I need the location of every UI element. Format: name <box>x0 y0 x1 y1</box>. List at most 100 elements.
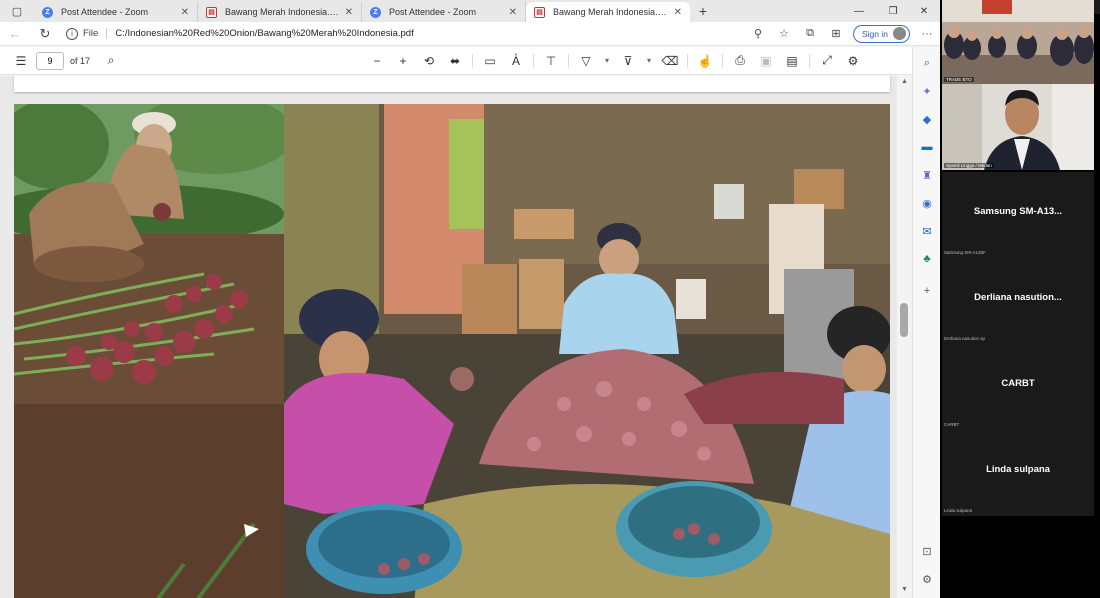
favorites-icon[interactable]: ☆ <box>771 22 797 46</box>
zoom-icon: Z <box>370 6 381 18</box>
onion-sorting-illustration <box>284 104 890 598</box>
back-icon[interactable]: ← <box>0 22 30 46</box>
toolbar-divider <box>533 53 535 68</box>
minimize-icon[interactable]: — <box>842 0 876 22</box>
profile-avatar-icon <box>893 27 906 40</box>
sign-in-label: Sign in <box>862 28 888 39</box>
sidebar-add-icon[interactable]: + <box>913 281 940 301</box>
save-icon[interactable]: ▣ <box>753 47 779 75</box>
close-tab-icon[interactable]: ✕ <box>181 7 189 18</box>
zoom-out-icon[interactable]: − <box>364 47 390 75</box>
tab-title: Post Attendee - Zoom <box>389 7 477 17</box>
speaker-video <box>942 84 1094 170</box>
settings-gear-icon[interactable]: ⚙ <box>840 47 866 75</box>
tab-actions-icon[interactable]: ▢ <box>0 0 34 22</box>
scroll-up-icon[interactable]: ▲ <box>897 78 912 88</box>
close-tab-icon[interactable]: ✕ <box>345 7 353 18</box>
refresh-icon[interactable]: ↻ <box>30 22 60 46</box>
new-tab-button[interactable]: + <box>690 0 716 22</box>
participant-subname: Linda sulpana <box>944 508 973 513</box>
sign-in-button[interactable]: Sign in <box>853 24 910 43</box>
url-text[interactable]: C:/Indonesian%20Red%20Onion/Bawang%20Mer… <box>115 28 413 39</box>
participant-video-speaker[interactable]: Syamil Lingga / Medan <box>942 84 1094 170</box>
vertical-scrollbar[interactable]: ▲ ▼ <box>897 76 912 598</box>
close-tab-icon[interactable]: ✕ <box>509 7 517 18</box>
participant-name: CARBT <box>1001 378 1035 389</box>
info-icon[interactable]: i <box>66 27 78 40</box>
sidebar-copilot-icon[interactable]: ✦ <box>913 81 940 101</box>
draw-icon[interactable]: ▽ <box>573 47 599 75</box>
tab-title: Bawang Merah Indonesia.pdf <box>225 7 339 17</box>
sidebar-tree-icon[interactable]: ♣ <box>913 249 940 269</box>
pdf-file-icon: ▤ <box>206 6 217 18</box>
extensions-icon[interactable]: ⊞ <box>823 22 849 46</box>
rotate-icon[interactable]: ⟲ <box>416 47 442 75</box>
restore-icon[interactable]: ❐ <box>876 0 910 22</box>
participant-tile[interactable]: Derliana nasution... Derliana nasution s… <box>942 258 1094 344</box>
highlight-options-chevron-icon[interactable]: ▾ <box>641 47 657 75</box>
participant-subname: Derliana nasution sp <box>944 336 986 341</box>
participant-subname: CARBT <box>944 422 960 427</box>
read-aloud-icon[interactable]: ⚲ <box>745 22 771 46</box>
pdf-viewer-area[interactable] <box>0 76 912 598</box>
onion-field-illustration <box>14 104 284 598</box>
zoom-icon: Z <box>42 6 53 18</box>
participant-name: Samsung SM-A13... <box>973 206 1063 217</box>
tab-bar: ▢ Z Post Attendee - Zoom ✕ ▤ Bawang Mera… <box>0 0 940 22</box>
sidebar-tag-icon[interactable]: ◆ <box>913 109 940 129</box>
sidebar-tools-icon[interactable]: ▬ <box>913 137 940 157</box>
contents-list-icon[interactable]: ☰ <box>8 47 34 75</box>
tab-zoom-2[interactable]: Z Post Attendee - Zoom ✕ <box>362 2 526 22</box>
participant-tile[interactable]: CARBT CARBT <box>942 344 1094 430</box>
fit-page-icon[interactable]: ⬌ <box>442 47 468 75</box>
edge-sidebar: ⌕ ✦ ◆ ▬ ♜ ◉ ✉ ♣ + ⊡ ⚙ <box>912 47 940 598</box>
pdf-page <box>14 104 890 598</box>
sidebar-settings-icon[interactable]: ⚙ <box>913 569 940 589</box>
participant-tile[interactable]: Linda sulpana Linda sulpana <box>942 430 1094 516</box>
sidebar-hide-icon[interactable]: ⊡ <box>913 541 940 561</box>
read-aloud-icon[interactable]: A͐ <box>503 47 529 75</box>
toolbar-divider <box>687 53 689 68</box>
page-number-input[interactable]: 9 <box>36 51 64 70</box>
scroll-down-icon[interactable]: ▼ <box>897 586 912 596</box>
toolbar-divider <box>722 53 724 68</box>
sidebar-outlook-icon[interactable]: ✉ <box>913 221 940 241</box>
more-options-icon[interactable]: ··· <box>914 22 940 46</box>
pdf-toolbar: ☰ 9 of 17 ⌕ − + ⟲ ⬌ ▭ A͐ ⊤ ▽ ▾ ⊽ ▾ ⌫ ☝ ⎙… <box>0 47 912 75</box>
search-icon[interactable]: ⌕ <box>98 47 124 75</box>
sidebar-office-icon[interactable]: ◉ <box>913 193 940 213</box>
page-total-label: of 17 <box>70 55 91 66</box>
highlight-icon[interactable]: ⊽ <box>615 47 641 75</box>
url-field[interactable]: i File C:/Indonesian%20Red%20Onion/Bawan… <box>66 22 745 46</box>
previous-page-edge <box>14 76 890 92</box>
video-label: Syamil Lingga / Medan <box>944 163 994 168</box>
zoom-participants-panel: — ❐ ✕ TRADE BTO <box>940 0 1100 598</box>
page-view-icon[interactable]: ▭ <box>477 47 503 75</box>
participant-tile[interactable]: Samsung SM-A13... Samsung SM-A135F <box>942 172 1094 258</box>
save-as-icon[interactable]: ▤ <box>779 47 805 75</box>
screen: ▢ Z Post Attendee - Zoom ✕ ▤ Bawang Mera… <box>0 0 1100 598</box>
touch-select-icon[interactable]: ☝ <box>692 47 718 75</box>
zoom-in-icon[interactable]: + <box>390 47 416 75</box>
tab-pdf-1[interactable]: ▤ Bawang Merah Indonesia.pdf ✕ <box>198 2 362 22</box>
video-label: TRADE BTO <box>944 77 974 82</box>
tab-zoom-1[interactable]: Z Post Attendee - Zoom ✕ <box>34 2 198 22</box>
onion-sorting-photo <box>284 104 890 598</box>
add-text-icon[interactable]: ⊤ <box>538 47 564 75</box>
scrollbar-thumb[interactable] <box>900 303 908 337</box>
tab-pdf-active[interactable]: ▤ Bawang Merah Indonesia.pdf ✕ <box>526 2 690 22</box>
print-icon[interactable]: ⎙ <box>727 47 753 75</box>
close-window-icon[interactable]: ✕ <box>908 0 940 22</box>
toolbar-divider <box>568 53 570 68</box>
draw-options-chevron-icon[interactable]: ▾ <box>599 47 615 75</box>
sidebar-search-icon[interactable]: ⌕ <box>913 53 940 73</box>
tab-title: Bawang Merah Indonesia.pdf <box>553 7 668 17</box>
fullscreen-icon[interactable]: ⤢ <box>814 47 840 75</box>
erase-icon[interactable]: ⌫ <box>657 47 683 75</box>
toolbar-divider <box>809 53 811 68</box>
sidebar-games-icon[interactable]: ♜ <box>913 165 940 185</box>
participant-video-room[interactable]: TRADE BTO <box>942 0 1094 84</box>
collections-icon[interactable]: ⧉ <box>797 22 823 46</box>
onion-field-photo <box>14 104 284 598</box>
close-tab-icon[interactable]: ✕ <box>674 7 682 18</box>
